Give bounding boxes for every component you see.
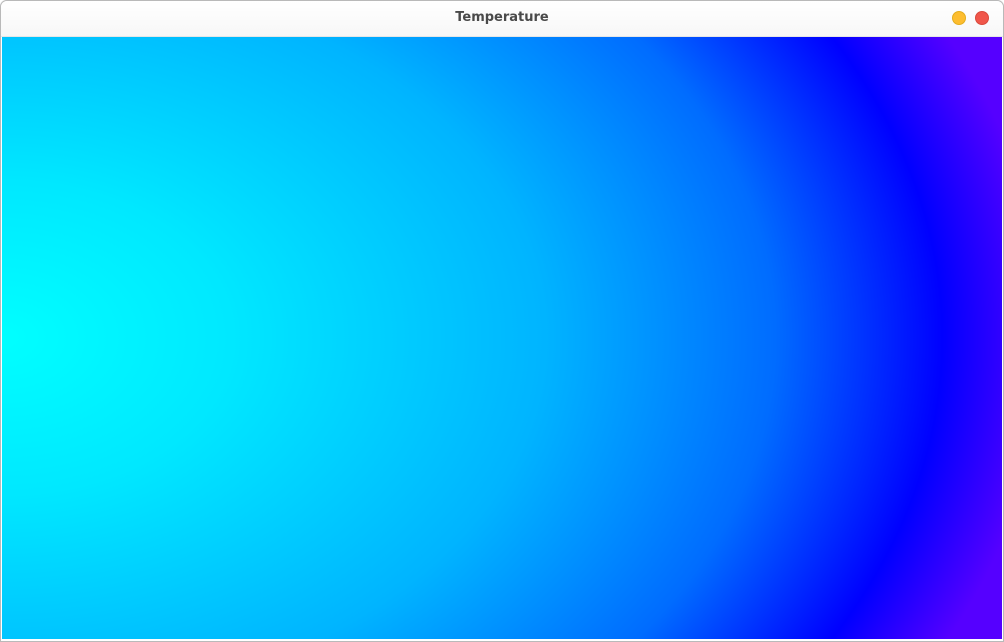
- heatmap-canvas: [2, 37, 1002, 639]
- window-title: Temperature: [455, 10, 549, 25]
- title-bar[interactable]: Temperature: [1, 1, 1003, 37]
- temperature-heatmap[interactable]: [2, 37, 1002, 639]
- app-window: Temperature: [0, 0, 1004, 642]
- close-button[interactable]: [975, 11, 989, 25]
- heatmap-field: [2, 37, 1002, 639]
- minimize-button[interactable]: [952, 11, 966, 25]
